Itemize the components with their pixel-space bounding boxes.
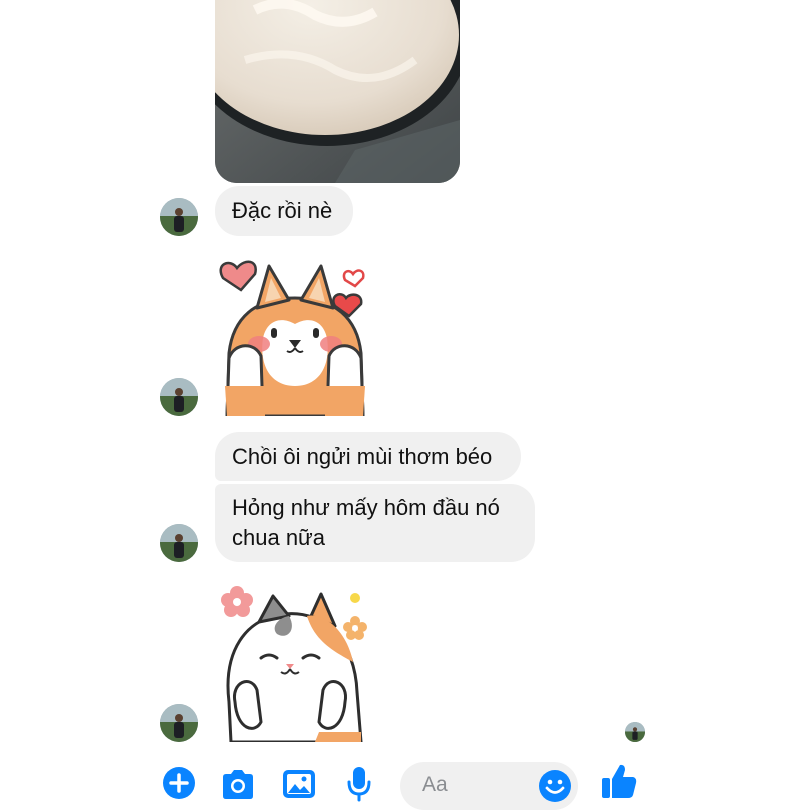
thumbs-up-icon[interactable]: [600, 762, 638, 805]
message-composer: Aa: [0, 752, 800, 810]
avatar[interactable]: [160, 198, 198, 236]
shiba-dog-hearts-sticker[interactable]: [215, 258, 375, 421]
avatar[interactable]: [160, 704, 198, 742]
image-icon[interactable]: [282, 768, 316, 805]
emoji-icon[interactable]: [538, 769, 572, 808]
camera-icon[interactable]: [220, 768, 256, 805]
input-placeholder: Aa: [422, 773, 448, 796]
read-receipt-avatar: [625, 722, 645, 742]
avatar[interactable]: [160, 524, 198, 562]
calico-cat-flowers-sticker[interactable]: [215, 582, 375, 747]
message-input[interactable]: Aa: [400, 762, 578, 810]
yogurt-bowl-photo[interactable]: [215, 0, 460, 183]
message-bubble[interactable]: Đặc rồi nè: [215, 186, 353, 236]
microphone-icon[interactable]: [346, 766, 372, 807]
plus-icon[interactable]: [162, 766, 196, 805]
message-bubble[interactable]: Hỏng như mấy hôm đầu nó chua nữa: [215, 484, 535, 562]
avatar[interactable]: [160, 378, 198, 416]
message-bubble[interactable]: Chồi ôi ngửi mùi thơm béo: [215, 432, 521, 481]
